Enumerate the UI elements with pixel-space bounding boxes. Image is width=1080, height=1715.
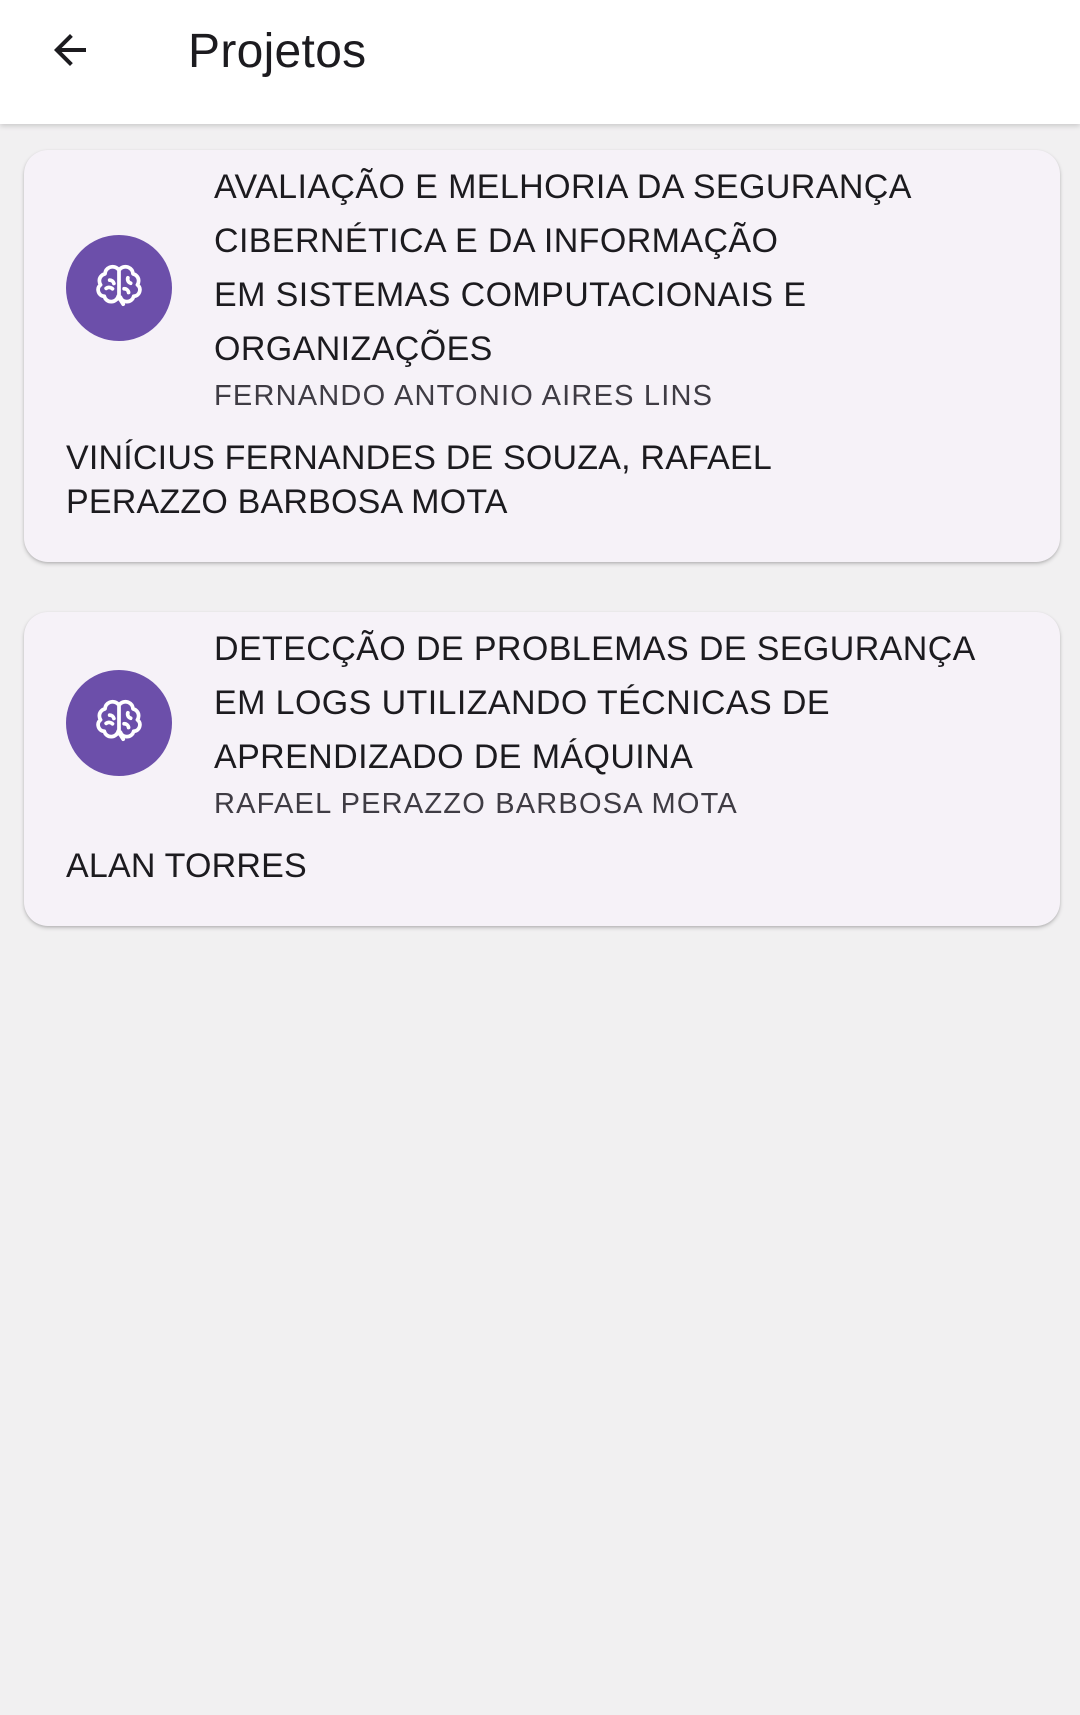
arrow-left-icon bbox=[46, 26, 94, 79]
project-advisor: RAFAEL PERAZZO BARBOSA MOTA bbox=[214, 788, 738, 820]
top-app-bar: Projetos bbox=[0, 0, 1080, 124]
page-title: Projetos bbox=[188, 25, 367, 78]
project-title: AVALIAÇÃO E MELHORIA DA SEGURANÇA CIBERN… bbox=[214, 168, 912, 368]
brain-icon bbox=[91, 693, 147, 754]
project-card[interactable]: AVALIAÇÃO E MELHORIA DA SEGURANÇA CIBERN… bbox=[24, 150, 1060, 562]
project-avatar bbox=[66, 670, 172, 776]
project-card[interactable]: DETECÇÃO DE PROBLEMAS DE SEGURANÇA EM LO… bbox=[24, 612, 1060, 926]
project-members: ALAN TORRES bbox=[66, 847, 307, 885]
project-list: AVALIAÇÃO E MELHORIA DA SEGURANÇA CIBERN… bbox=[24, 150, 1060, 976]
project-avatar bbox=[66, 235, 172, 341]
project-advisor: FERNANDO ANTONIO AIRES LINS bbox=[214, 380, 714, 412]
back-button[interactable] bbox=[38, 20, 102, 84]
brain-icon bbox=[91, 258, 147, 319]
project-members: VINÍCIUS FERNANDES DE SOUZA, RAFAEL PERA… bbox=[66, 439, 771, 521]
project-title: DETECÇÃO DE PROBLEMAS DE SEGURANÇA EM LO… bbox=[214, 630, 976, 776]
